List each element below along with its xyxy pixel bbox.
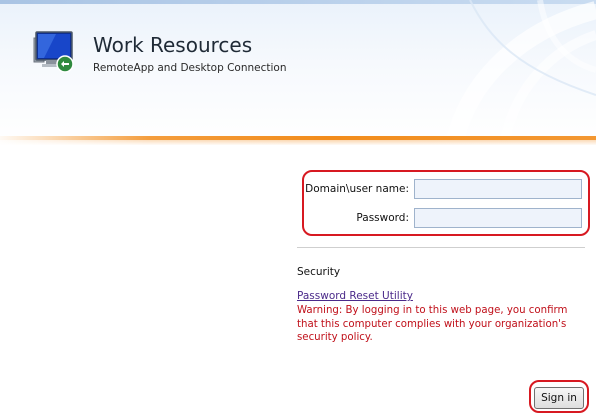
page-header: Work Resources RemoteApp and Desktop Con… xyxy=(0,0,596,140)
password-reset-link[interactable]: Password Reset Utility xyxy=(297,290,413,302)
app-subtitle: RemoteApp and Desktop Connection xyxy=(93,62,287,74)
header-decoration xyxy=(446,0,596,140)
sign-in-button[interactable]: Sign in xyxy=(534,387,584,409)
password-label: Password: xyxy=(356,212,409,224)
username-input[interactable] xyxy=(414,179,582,199)
orange-accent-bar xyxy=(0,136,596,145)
security-heading: Security xyxy=(297,266,341,278)
security-warning-text: Warning: By logging in to this web page,… xyxy=(297,305,568,343)
password-input[interactable] xyxy=(414,208,582,228)
username-label: Domain\user name: xyxy=(305,183,409,195)
app-title: Work Resources xyxy=(93,33,253,57)
form-divider xyxy=(297,247,585,248)
remote-desktop-monitor-icon xyxy=(33,31,74,73)
